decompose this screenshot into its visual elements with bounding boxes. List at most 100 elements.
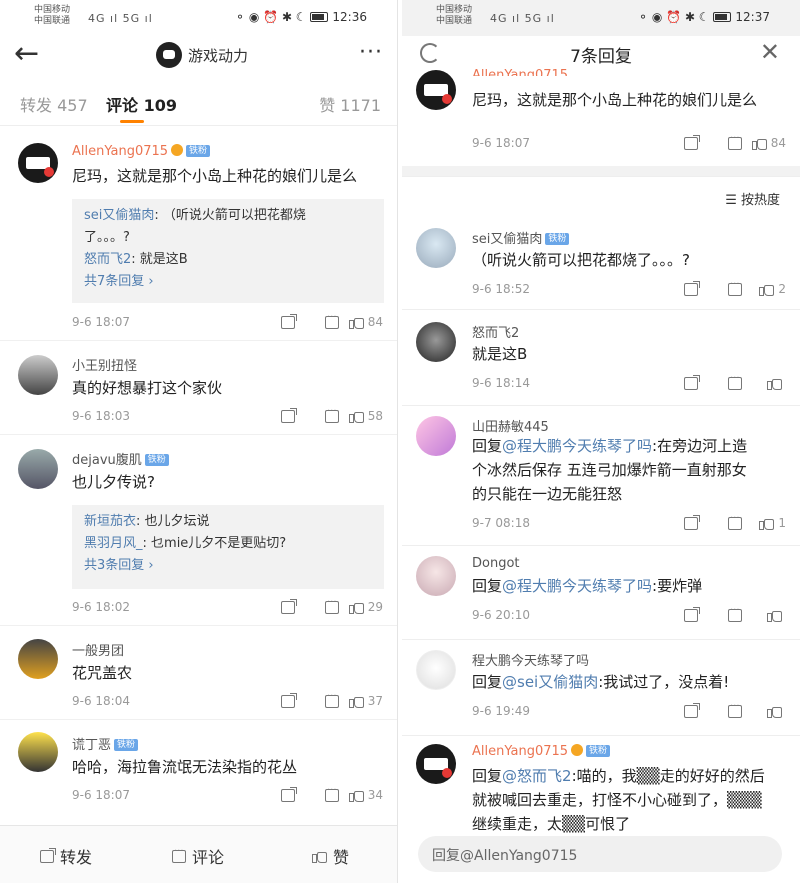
thumbs-up-icon	[767, 376, 782, 390]
more-replies-link[interactable]: 共3条回复 ›	[84, 555, 372, 577]
close-icon[interactable]: ✕	[760, 38, 780, 66]
avatar[interactable]	[416, 650, 456, 690]
avatar[interactable]	[416, 322, 456, 362]
comment-author[interactable]: AllenYang0715 铁粉	[72, 144, 211, 159]
comment-button[interactable]: 评论	[172, 844, 224, 868]
avatar[interactable]	[18, 449, 58, 489]
mention-link[interactable]: @程大鹏今天练琴了吗	[502, 437, 652, 455]
sort-by-popularity[interactable]: ☰ 按热度	[725, 189, 780, 208]
share-button[interactable]	[654, 374, 700, 390]
reply-button[interactable]	[295, 597, 339, 614]
share-button[interactable]	[251, 692, 297, 708]
like-button[interactable]: 84	[339, 315, 383, 329]
share-button[interactable]	[654, 134, 700, 150]
comment-author[interactable]: dejavu腹肌 铁粉	[72, 449, 169, 468]
like-button[interactable]	[742, 704, 786, 718]
comment-text: 尼玛，这就是那个小岛上种花的娘们儿是么	[472, 91, 758, 109]
avatar[interactable]	[18, 732, 58, 772]
comment-icon	[325, 406, 339, 423]
reply-button[interactable]	[295, 406, 339, 423]
share-button[interactable]	[251, 407, 297, 423]
mention-link[interactable]: @程大鹏今天练琴了吗	[502, 577, 652, 595]
more-replies-link[interactable]: 共7条回复 ›	[84, 271, 372, 293]
comment-author[interactable]: 小王别扭怪	[72, 355, 137, 374]
like-button[interactable]: 58	[339, 409, 383, 423]
share-button[interactable]	[251, 598, 297, 614]
back-arrow-icon[interactable]: ←	[14, 38, 39, 70]
share-button[interactable]	[654, 606, 700, 622]
reply-button[interactable]	[698, 605, 742, 622]
avatar[interactable]	[18, 355, 58, 395]
like-button[interactable]: 34	[339, 788, 383, 802]
like-button[interactable]: 37	[339, 694, 383, 708]
like-button[interactable]	[742, 376, 786, 390]
avatar[interactable]	[18, 639, 58, 679]
timestamp: 9-6 18:04	[72, 694, 130, 708]
vip-icon	[171, 144, 184, 156]
reply-button[interactable]	[698, 513, 742, 530]
timestamp: 9-6 18:07	[72, 315, 130, 329]
comment-item: AllenYang0715 铁粉 尼玛，这就是那个小岛上种花的娘们儿是么 sei又…	[0, 127, 397, 341]
reply-author[interactable]: 怒而飞2	[472, 322, 519, 341]
share-button[interactable]	[251, 786, 297, 802]
like-button[interactable]: 2	[742, 282, 786, 296]
comment-author[interactable]: 一般男团	[72, 640, 124, 659]
reply-actions	[654, 701, 786, 718]
comment-icon	[728, 605, 742, 622]
reply-button[interactable]	[698, 373, 742, 390]
reply-actions: 1	[654, 513, 786, 530]
mention-link[interactable]: @sei又偷猫肉	[502, 673, 598, 691]
reply-author[interactable]: 程大鹏今天练琴了吗	[472, 650, 589, 669]
more-menu-icon[interactable]: ···	[359, 40, 383, 65]
like-post-button[interactable]: 赞	[312, 844, 349, 868]
thumbs-up-icon	[348, 600, 364, 614]
reply-preview[interactable]: 新垣茄衣: 也儿夕坛说 黑羽月风_: 乜mie儿夕不是更贴切? 共3条回复 ›	[72, 505, 384, 589]
reply-author[interactable]: AllenYang0715 铁粉	[472, 744, 611, 759]
share-button[interactable]	[251, 313, 297, 329]
reply-line: 了。。。?	[84, 230, 130, 245]
share-icon	[281, 598, 297, 614]
like-button[interactable]: 1	[742, 516, 786, 530]
reply-button[interactable]	[698, 701, 742, 718]
tab-likes[interactable]: 赞 1171	[319, 92, 381, 116]
reply-button[interactable]	[295, 785, 339, 802]
reply-author[interactable]: Dongot	[472, 556, 520, 571]
comment-author[interactable]: AllenYang0715	[472, 68, 568, 76]
tab-forward[interactable]: 转发 457	[20, 92, 88, 116]
reply-author: 黑羽月风_	[84, 536, 143, 551]
signal-icon: 4G ıl 5G ıl	[490, 12, 555, 25]
timestamp: 9-6 18:07	[472, 136, 530, 150]
forward-button[interactable]: 转发	[40, 844, 92, 868]
like-button[interactable]: 29	[339, 600, 383, 614]
avatar[interactable]	[416, 70, 456, 110]
reply-text-line: 的只能在一边无能狂怒	[472, 485, 623, 503]
account-header[interactable]: 游戏动力	[156, 42, 248, 68]
share-button[interactable]	[654, 514, 700, 530]
tab-comments[interactable]: 评论 109	[106, 92, 177, 123]
reply-author[interactable]: sei又偷猫肉 铁粉	[472, 228, 570, 247]
reply-text-line: 继续重走，太▒▒可恨了	[472, 815, 631, 833]
mention-link[interactable]: @怒而飞2	[502, 767, 572, 785]
avatar[interactable]	[416, 744, 456, 784]
avatar[interactable]	[416, 416, 456, 456]
like-button[interactable]	[742, 608, 786, 622]
comment-author[interactable]: 谎丁恶 铁粉	[72, 734, 139, 753]
avatar[interactable]	[18, 143, 58, 183]
share-button[interactable]	[654, 702, 700, 718]
reply-input[interactable]: 回复@AllenYang0715	[418, 836, 782, 872]
reply-text: （听说火箭可以把花都烧了。。。?	[472, 251, 690, 269]
bottom-action-bar: 转发 评论 赞	[0, 825, 397, 883]
avatar[interactable]	[416, 556, 456, 596]
like-button[interactable]: 84	[742, 136, 786, 150]
reply-button[interactable]	[698, 133, 742, 150]
reply-author[interactable]: 山田赫敏445	[472, 416, 549, 435]
reply-button[interactable]	[295, 312, 339, 329]
share-button[interactable]	[654, 280, 700, 296]
reply-button[interactable]	[698, 279, 742, 296]
reply-text: 回复@程大鹏今天练琴了吗:在旁边河上造	[472, 437, 748, 455]
avatar[interactable]	[416, 228, 456, 268]
replies-panel: 中国移动 中国联通 4G ıl 5G ıl ⚬ ◉ ⏰ ✱ ☾ 12:37 7条回…	[402, 0, 800, 883]
sort-bar: ☰ 按热度	[402, 176, 800, 214]
reply-button[interactable]	[295, 691, 339, 708]
reply-preview[interactable]: sei又偷猫肉: （听说火箭可以把花都烧 了。。。? 怒而飞2: 就是这B 共7…	[72, 199, 384, 303]
